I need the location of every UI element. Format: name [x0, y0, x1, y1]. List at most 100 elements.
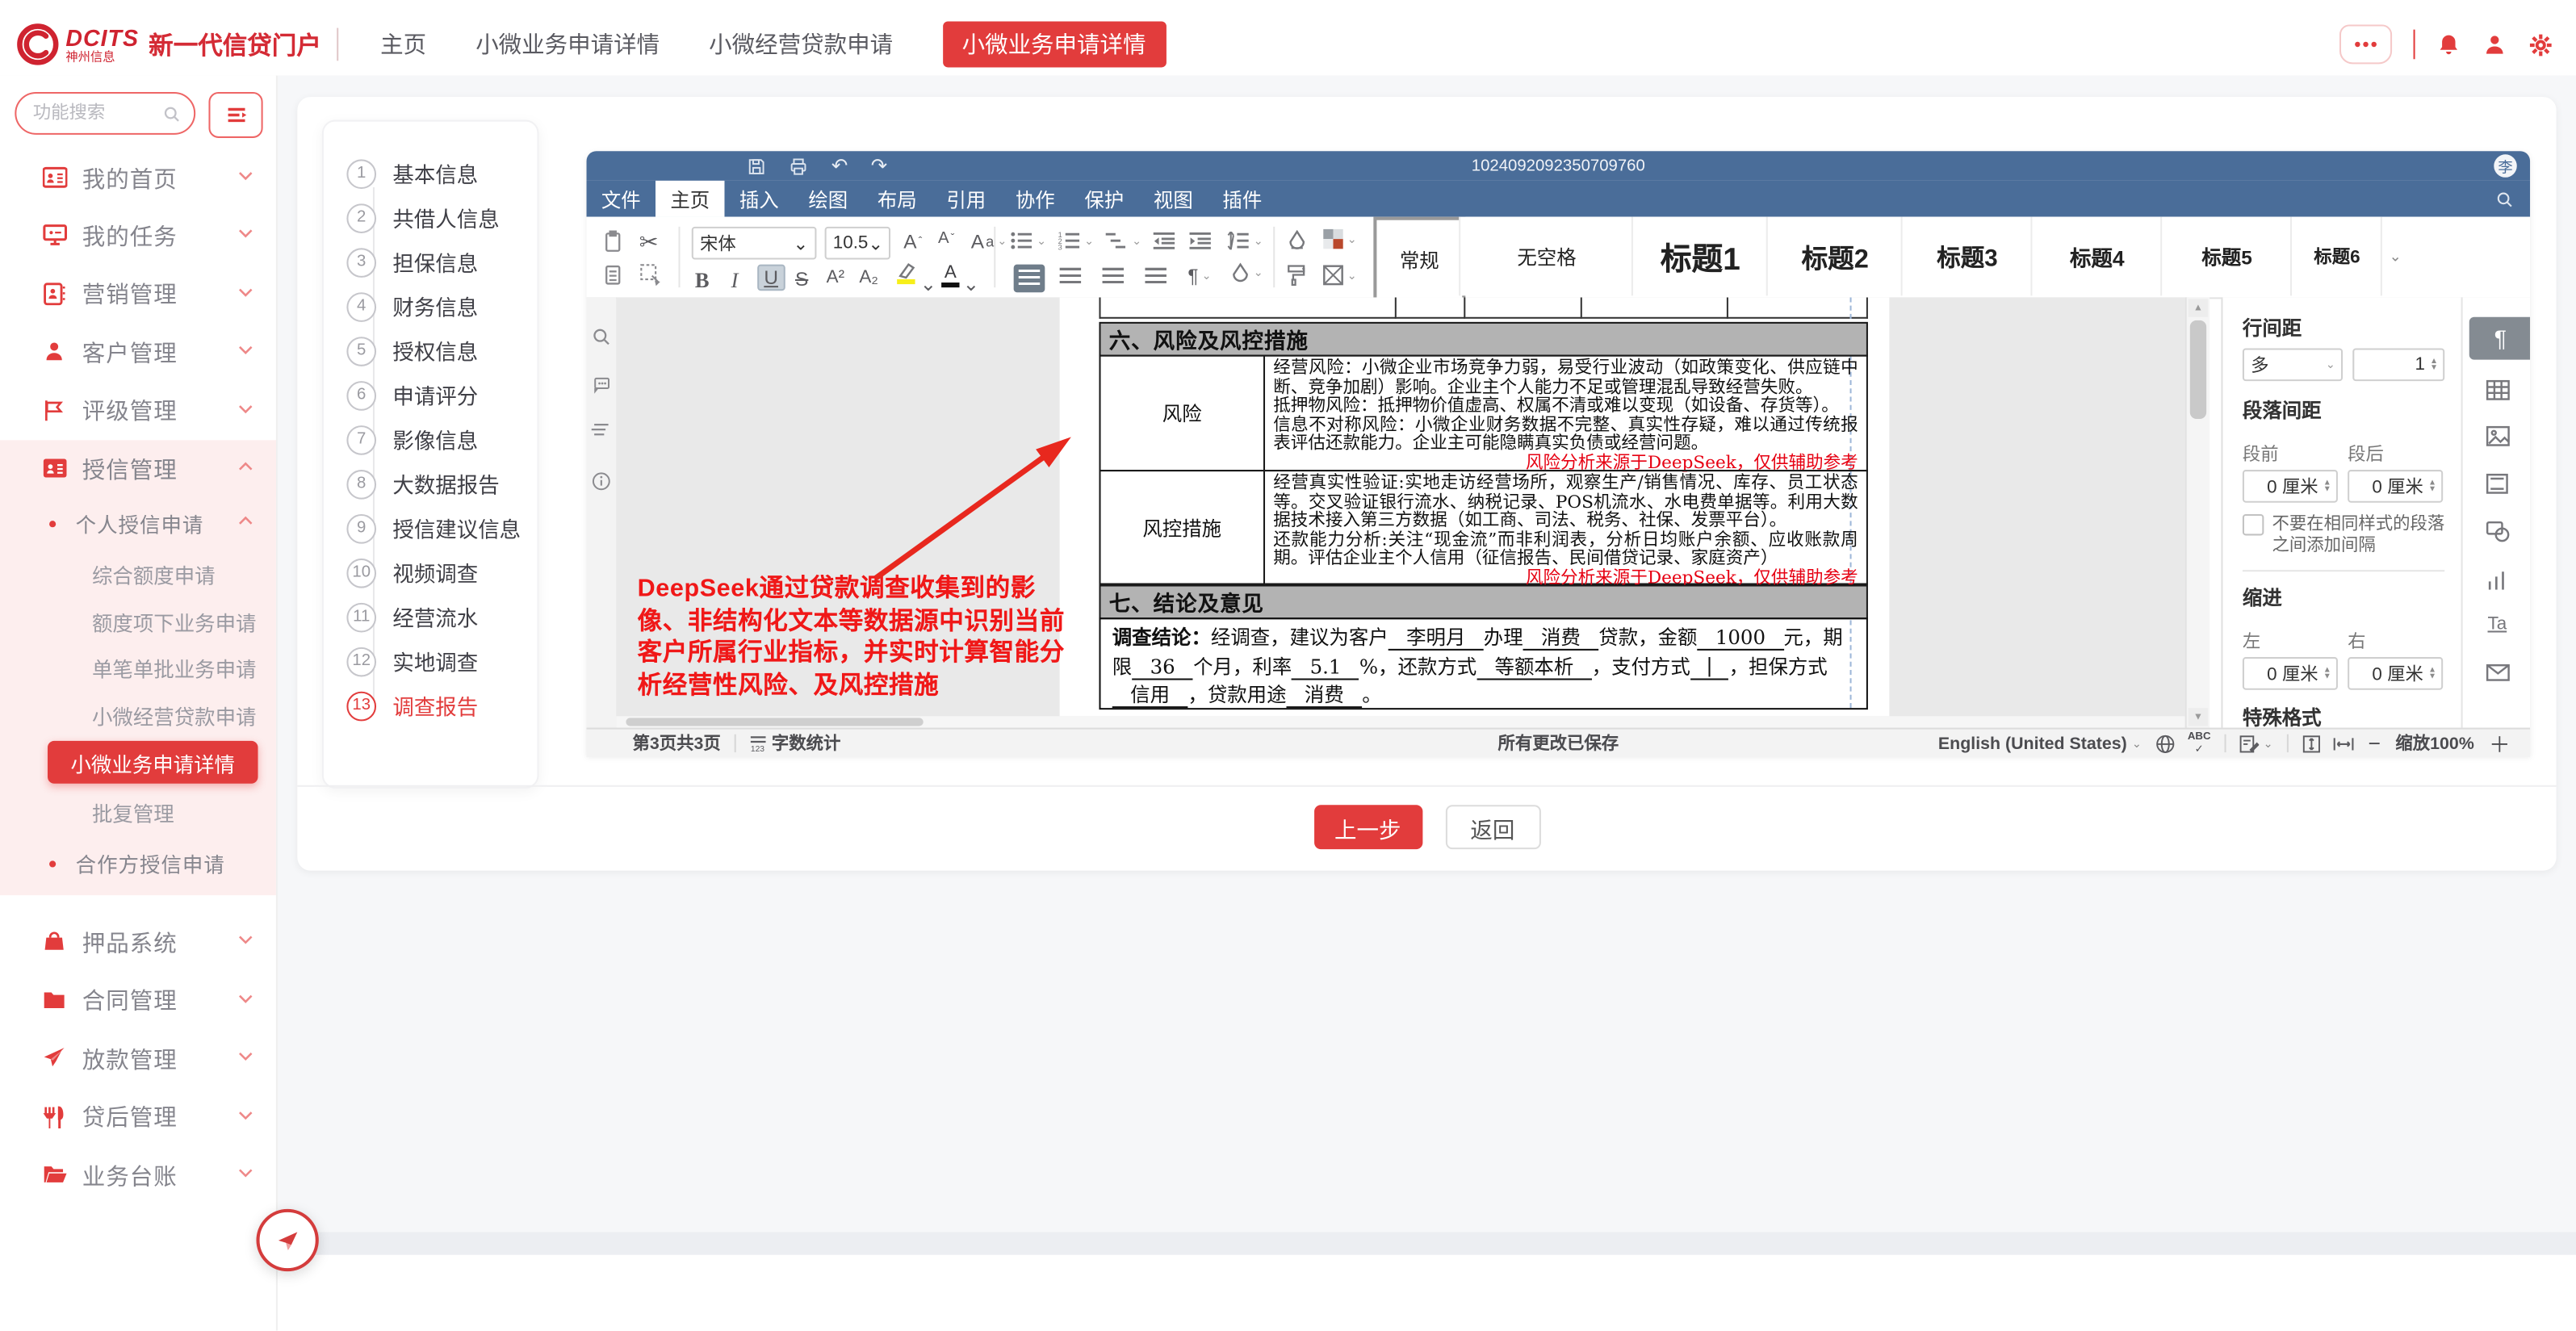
bell-icon[interactable]	[2436, 32, 2461, 57]
sidebar-group-partner-credit[interactable]: 合作方授信申请	[0, 840, 276, 888]
sidebar-item[interactable]: 放款管理	[0, 1030, 276, 1087]
section6-heading[interactable]: 六、风险及风控措施	[1099, 322, 1867, 357]
document-canvas[interactable]: 六、风险及风控措施 风险 经营风险：小微企业市场竞争力弱，易受行业波动（如政策变…	[616, 297, 2185, 727]
align-justify-icon[interactable]	[1145, 268, 1166, 286]
line-spacing-icon[interactable]: ⌄	[1227, 232, 1263, 249]
style-preset[interactable]: 标题3	[1901, 217, 2033, 296]
step-8[interactable]: 8大数据报告	[324, 462, 538, 506]
vertical-scrollbar[interactable]: ▲ ▼	[2185, 297, 2210, 727]
editor-menu-item[interactable]: 引用	[932, 181, 1001, 217]
font-name-select[interactable]: 宋体⌄	[692, 227, 817, 260]
nav-tab-1[interactable]: 主页	[380, 28, 426, 61]
highlight-color-icon[interactable]	[895, 263, 915, 284]
user-icon[interactable]	[2482, 32, 2507, 57]
align-right-icon[interactable]	[1103, 268, 1124, 286]
style-preset[interactable]: 标题1	[1631, 217, 1768, 296]
conclusion-blank[interactable]: 1000	[1697, 626, 1783, 651]
decrease-indent-icon[interactable]	[1154, 232, 1176, 249]
step-1[interactable]: 1基本信息	[324, 151, 538, 195]
headings-nav-icon[interactable]	[592, 422, 611, 442]
spacing-before-stepper[interactable]: 0 厘米▲▼	[2243, 470, 2338, 503]
step-7[interactable]: 7影像信息	[324, 417, 538, 462]
gear-icon[interactable]	[2528, 32, 2553, 57]
editor-menu-item[interactable]: 协作	[1001, 181, 1070, 217]
conclusion-blank[interactable]: 消费	[1287, 684, 1363, 709]
sidebar-item[interactable]: 业务台账	[0, 1147, 276, 1204]
strikethrough-icon[interactable]: S	[795, 268, 808, 291]
multilevel-list-icon[interactable]: ⌄	[1106, 232, 1142, 249]
align-left-icon[interactable]	[1014, 265, 1045, 293]
sidebar-subitem[interactable]: 额度项下业务申请	[92, 597, 257, 645]
numbered-list-icon[interactable]: 123⌄	[1058, 232, 1095, 249]
sidebar-item[interactable]: 评级管理	[0, 382, 276, 439]
info-icon[interactable]	[592, 471, 611, 491]
nav-tab-2[interactable]: 小微业务申请详情	[475, 28, 660, 61]
more-messages-icon[interactable]	[2339, 25, 2391, 65]
underline-icon[interactable]: U	[757, 265, 785, 291]
risk-cell[interactable]: 经营风险：小微企业市场竞争力弱，易受行业波动（如政策变化、供应链中断、竞争加剧）…	[1265, 355, 1868, 471]
borders-icon[interactable]: ⌄	[1322, 265, 1356, 286]
sidebar-item[interactable]: 我的任务	[0, 207, 276, 265]
subscript-icon[interactable]: A₂	[859, 268, 878, 287]
editor-menu-item[interactable]: 绘图	[794, 181, 863, 217]
step-13[interactable]: 13调查报告	[324, 684, 538, 728]
text-art-panel-icon[interactable]: Ta	[2484, 611, 2511, 638]
find-in-doc-icon[interactable]	[592, 327, 611, 346]
sidebar-item[interactable]: 押品系统	[0, 914, 276, 971]
step-10[interactable]: 10视频调查	[324, 550, 538, 595]
previous-step-button[interactable]: 上一步	[1313, 805, 1422, 849]
editor-menu-item[interactable]: 文件	[587, 181, 656, 217]
section7-heading[interactable]: 七、结论及意见	[1099, 584, 1867, 619]
bullet-list-icon[interactable]: ⌄	[1011, 232, 1047, 249]
conclusion-paragraph[interactable]: 调查结论：经调查，建议为客户李明月办理消费贷款，金额1000元，期限36个月，利…	[1099, 617, 1867, 709]
menu-collapse-button[interactable]	[208, 92, 262, 138]
style-preset[interactable]: 常规	[1373, 217, 1465, 303]
editor-menu-item[interactable]: 布局	[863, 181, 932, 217]
style-preset[interactable]: 无空格	[1459, 217, 1633, 296]
horizontal-scrollbar[interactable]	[616, 716, 2185, 727]
indent-right-stepper[interactable]: 0 厘米▲▼	[2348, 657, 2443, 690]
select-icon[interactable]	[639, 263, 662, 286]
editor-menu-item[interactable]: 插入	[725, 181, 794, 217]
step-12[interactable]: 12实地调查	[324, 639, 538, 684]
step-2[interactable]: 2共借人信息	[324, 195, 538, 240]
sidebar-subitem-active[interactable]: 小微业务申请详情	[48, 742, 258, 785]
style-preset[interactable]: 标题4	[2030, 217, 2162, 296]
font-size-select[interactable]: 10.5⌄	[825, 227, 890, 260]
feedback-fab[interactable]	[256, 1209, 318, 1271]
sidebar-subitem[interactable]: 综合额度申请	[92, 550, 257, 598]
more-styles-icon[interactable]: ⌄	[2381, 217, 2409, 296]
sidebar-item[interactable]: 合同管理	[0, 972, 276, 1029]
conclusion-blank[interactable]: 信用	[1112, 684, 1188, 709]
sidebar-subitem[interactable]: 小微经营贷款申请	[92, 691, 257, 739]
nav-tab-4[interactable]: 小微业务申请详情	[942, 21, 1166, 67]
superscript-icon[interactable]: A²	[827, 268, 844, 287]
change-case-icon[interactable]: Aa⌄	[971, 230, 1007, 253]
conclusion-blank[interactable]: 等额本析	[1476, 655, 1591, 680]
bold-icon[interactable]: B	[695, 268, 710, 295]
sidebar-item[interactable]: 我的首页	[0, 149, 276, 207]
grow-font-icon[interactable]: Aˆ	[903, 230, 922, 253]
shading-grid-icon[interactable]: ⌄	[1322, 228, 1356, 249]
document-page[interactable]: 六、风险及风控措施 风险 经营风险：小微企业市场竞争力弱，易受行业波动（如政策变…	[1060, 297, 1890, 716]
align-center-icon[interactable]	[1060, 268, 1081, 286]
chart-panel-icon[interactable]	[2484, 565, 2511, 592]
sidebar-item[interactable]: 客户管理	[0, 324, 276, 381]
conclusion-blank[interactable]	[1690, 655, 1729, 680]
editor-menu-item[interactable]: 保护	[1070, 181, 1139, 217]
shapes-panel-icon[interactable]	[2484, 517, 2511, 544]
shrink-font-icon[interactable]: Aˇ	[938, 230, 954, 248]
italic-icon[interactable]: I	[731, 268, 739, 295]
control-cell[interactable]: 经营真实性验证:实地走访经营场所，观察生产/销售情况、库存、员工状态等。交叉验证…	[1265, 470, 1868, 584]
editor-avatar[interactable]: 李	[2494, 154, 2516, 177]
sidebar-group-personal-credit[interactable]: 个人授信申请	[0, 500, 276, 547]
editor-menu-active[interactable]: 主页	[656, 181, 725, 217]
sidebar-search[interactable]	[15, 92, 195, 135]
editor-menu-item[interactable]: 插件	[1208, 181, 1277, 217]
step-6[interactable]: 6申请评分	[324, 373, 538, 417]
copy-icon[interactable]	[603, 263, 624, 286]
style-preset[interactable]: 标题6	[2290, 217, 2382, 296]
spacing-after-stepper[interactable]: 0 厘米▲▼	[2348, 470, 2443, 503]
conclusion-blank[interactable]: 36	[1132, 655, 1193, 680]
paragraph-shading-icon[interactable]: ⌄	[1230, 263, 1263, 283]
